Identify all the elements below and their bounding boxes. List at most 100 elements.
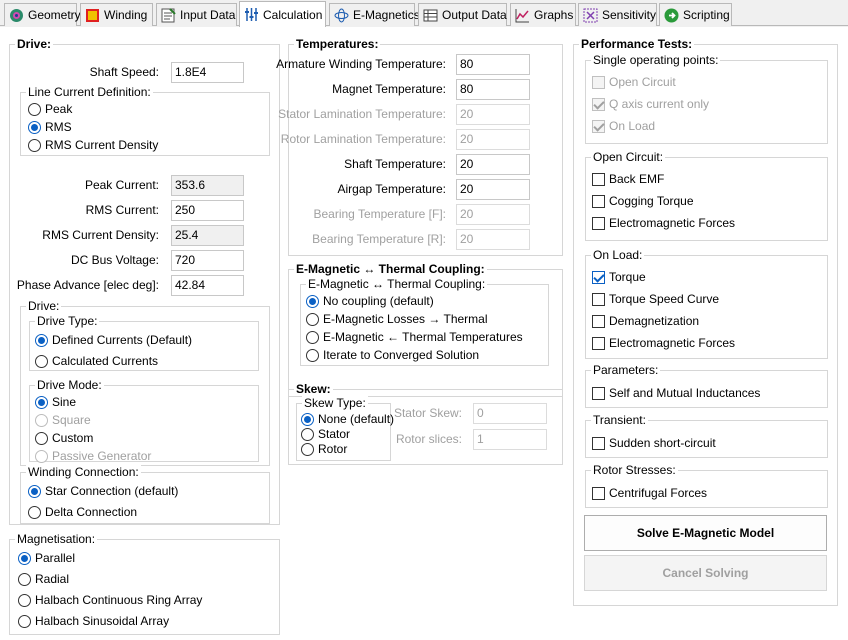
rms-current-density-radio[interactable]: RMS Current Density [28, 137, 158, 153]
halbach-ring-radio[interactable]: Halbach Continuous Ring Array [18, 592, 202, 608]
sensitivity-icon [583, 8, 598, 23]
shaft-temp-input[interactable]: 20 [456, 154, 530, 175]
on-load-single-checkbox: On Load [592, 118, 655, 134]
magnetisation-group: Magnetisation: Parallel Radial Halbach C… [9, 532, 280, 635]
rotor-slices-label: Rotor slices: [395, 432, 462, 446]
rms-radio[interactable]: RMS [28, 119, 72, 135]
rms-current-label: RMS Current: [85, 203, 159, 217]
tab-geometry[interactable]: Geometry [4, 3, 81, 26]
skew-rotor-radio[interactable]: Rotor [301, 441, 347, 457]
ol-electromagnetic-forces-checkbox[interactable]: Electromagnetic Forces [592, 335, 735, 351]
defined-currents-radio[interactable]: Defined Currents (Default) [35, 332, 192, 348]
no-coupling-radio[interactable]: No coupling (default) [306, 293, 434, 309]
magnet-temp-input[interactable]: 80 [456, 79, 530, 100]
performance-tests-group: Performance Tests: Single operating poin… [573, 37, 838, 606]
delta-connection-radio[interactable]: Delta Connection [28, 504, 137, 520]
magnet-temp-label: Magnet Temperature: [332, 82, 446, 96]
output-data-icon [423, 8, 438, 23]
peak-radio[interactable]: Peak [28, 101, 72, 117]
thermal-temperatures-radio[interactable]: E-Magnetic ← Thermal Temperatures [306, 329, 523, 345]
phase-advance-input[interactable]: 42.84 [171, 275, 244, 296]
on-load-title: On Load: [591, 248, 645, 262]
dc-bus-voltage-input[interactable]: 720 [171, 250, 244, 271]
drive-subgroup-title: Drive: [26, 299, 62, 313]
iterate-converged-radio[interactable]: Iterate to Converged Solution [306, 347, 479, 363]
armature-temp-input[interactable]: 80 [456, 54, 530, 75]
back-emf-checkbox[interactable]: Back EMF [592, 171, 664, 187]
tab-label: Output Data [442, 8, 507, 22]
line-current-definition-group: Line Current Definition: Peak RMS RMS Cu… [20, 85, 270, 156]
bearing-r-temp-label: Bearing Temperature [R]: [312, 232, 446, 246]
tab-label: Winding [104, 8, 148, 22]
tab-calculation[interactable]: Calculation [239, 1, 326, 27]
custom-radio[interactable]: Custom [35, 430, 93, 446]
tab-output-data[interactable]: Output Data [418, 3, 507, 26]
radial-radio[interactable]: Radial [18, 571, 69, 587]
square-radio: Square [35, 412, 91, 428]
parameters-group: Parameters: Self and Mutual Inductances [585, 363, 828, 408]
tab-sensitivity[interactable]: Sensitivity [578, 3, 657, 26]
tab-label: E-Magnetics [353, 8, 420, 22]
transient-group: Transient: Sudden short-circuit [585, 413, 828, 458]
skew-stator-radio[interactable]: Stator [301, 426, 350, 442]
stator-skew-label: Stator Skew: [393, 406, 462, 420]
centrifugal-forces-checkbox[interactable]: Centrifugal Forces [592, 485, 707, 501]
tab-input-data[interactable]: Input Data [156, 3, 237, 26]
cancel-solving-button: Cancel Solving [584, 555, 827, 591]
on-load-group: On Load: Torque Torque Speed Curve Demag… [585, 248, 828, 359]
tab-label: Graphs [534, 8, 574, 22]
drive-subgroup: Drive: Drive Type: Defined Currents (Def… [20, 299, 270, 466]
torque-speed-curve-checkbox[interactable]: Torque Speed Curve [592, 291, 719, 307]
skew-group: Skew: Skew Type: None (default) Stator R… [288, 382, 563, 465]
winding-connection-group: Winding Connection: Star Connection (def… [20, 465, 270, 524]
torque-checkbox[interactable]: Torque [592, 269, 646, 285]
stator-lamination-temp-input: 20 [456, 104, 530, 125]
open-circuit-title: Open Circuit: [591, 150, 666, 164]
tab-label: Sensitivity [602, 8, 657, 22]
winding-connection-title: Winding Connection: [26, 465, 141, 479]
calculated-currents-radio[interactable]: Calculated Currents [35, 353, 158, 369]
rotor-lamination-temp-label: Rotor Lamination Temperature: [280, 132, 446, 146]
rotor-stresses-title: Rotor Stresses: [591, 463, 678, 477]
oc-electromagnetic-forces-checkbox[interactable]: Electromagnetic Forces [592, 215, 735, 231]
halbach-sinusoidal-radio[interactable]: Halbach Sinusoidal Array [18, 613, 169, 629]
calculation-panel: Drive: Shaft Speed: 1.8E4 Line Current D… [0, 27, 848, 640]
cogging-torque-checkbox[interactable]: Cogging Torque [592, 193, 694, 209]
shaft-speed-label: Shaft Speed: [89, 65, 159, 79]
losses-to-thermal-radio[interactable]: E-Magnetic Losses → Thermal [306, 311, 488, 327]
airgap-temp-input[interactable]: 20 [456, 179, 530, 200]
bearing-r-temp-input: 20 [456, 229, 530, 250]
rms-current-density-input: 25.4 [171, 225, 244, 246]
tab-label: Calculation [263, 7, 323, 22]
tab-graphs[interactable]: Graphs [510, 3, 576, 26]
tab-e-magnetics[interactable]: E-Magnetics [329, 3, 420, 26]
open-circuit-group: Open Circuit: Back EMF Cogging Torque El… [585, 150, 828, 241]
airgap-temp-label: Airgap Temperature: [337, 182, 446, 196]
star-connection-radio[interactable]: Star Connection (default) [28, 483, 178, 499]
phase-advance-label: Phase Advance [elec deg]: [16, 278, 159, 292]
winding-icon [85, 8, 100, 23]
demagnetization-checkbox[interactable]: Demagnetization [592, 313, 699, 329]
sudden-short-circuit-checkbox[interactable]: Sudden short-circuit [592, 435, 716, 451]
peak-current-input: 353.6 [171, 175, 244, 196]
magnetisation-title: Magnetisation: [15, 532, 98, 546]
stator-skew-input: 0 [473, 403, 547, 424]
rms-current-input[interactable]: 250 [171, 200, 244, 221]
single-operating-points-title: Single operating points: [591, 53, 721, 67]
scripting-icon [664, 8, 679, 23]
e-magnetics-icon [334, 8, 349, 23]
temperatures-group: Temperatures: Armature Winding Temperatu… [276, 37, 563, 256]
skew-none-radio[interactable]: None (default) [301, 411, 394, 427]
solve-e-magnetic-model-button[interactable]: Solve E-Magnetic Model [584, 515, 827, 551]
drive-mode-group: Drive Mode: Sine Square Custom Passive G… [29, 378, 259, 463]
tab-winding[interactable]: Winding [80, 3, 153, 26]
self-mutual-inductances-checkbox[interactable]: Self and Mutual Inductances [592, 385, 760, 401]
line-current-definition-title: Line Current Definition: [26, 85, 153, 99]
tab-scripting[interactable]: Scripting [659, 3, 732, 26]
shaft-speed-input[interactable]: 1.8E4 [171, 62, 244, 83]
sine-radio[interactable]: Sine [35, 394, 76, 410]
single-operating-points-group: Single operating points: Open Circuit Q … [585, 53, 828, 144]
skew-type-title: Skew Type: [302, 396, 368, 410]
parallel-radio[interactable]: Parallel [18, 550, 75, 566]
drive-type-group: Drive Type: Defined Currents (Default) C… [29, 314, 259, 371]
